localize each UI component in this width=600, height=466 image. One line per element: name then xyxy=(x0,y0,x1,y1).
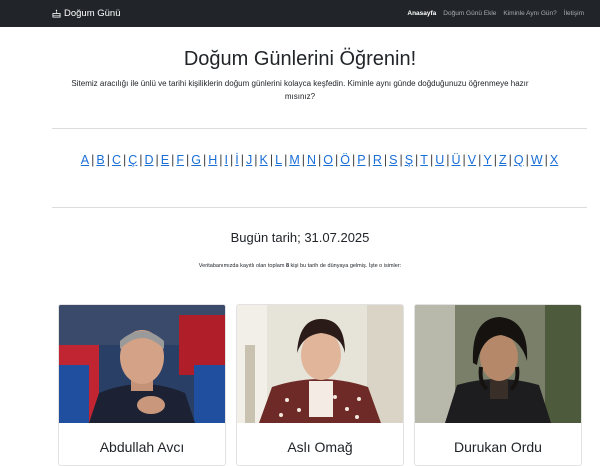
brand-label: Doğum Günü xyxy=(64,8,121,19)
letter-link[interactable]: C xyxy=(112,153,121,167)
nav-link-add-birthday[interactable]: Doğum Günü Ekle xyxy=(443,10,496,17)
person-name: Aslı Omağ xyxy=(287,439,353,455)
page-title: Doğum Günlerini Öğrenin! xyxy=(183,48,417,70)
letter-link[interactable]: Y xyxy=(483,153,491,167)
brand-link[interactable]: Doğum Günü xyxy=(52,0,121,27)
letter-separator: | xyxy=(254,153,258,167)
letter-separator: | xyxy=(284,153,288,167)
nav-link-same-day[interactable]: Kiminle Aynı Gün? xyxy=(503,10,556,17)
letter-separator: | xyxy=(446,153,450,167)
letter-separator: | xyxy=(230,153,234,167)
letter-separator: | xyxy=(171,153,175,167)
letter-separator: | xyxy=(203,153,207,167)
letter-separator: | xyxy=(335,153,339,167)
letter-link[interactable]: R xyxy=(373,153,382,167)
person-name: Durukan Ordu xyxy=(454,439,542,455)
info-text-after: kişi bu tarih de dünyaya gelmiş. İşte o … xyxy=(289,263,402,269)
letter-separator: | xyxy=(383,153,388,167)
letter-link[interactable]: J xyxy=(246,153,252,167)
letter-separator: | xyxy=(525,153,529,167)
letter-separator: | xyxy=(186,153,190,167)
letter-separator: | xyxy=(544,153,548,167)
letter-link[interactable]: S xyxy=(389,153,397,167)
person-card[interactable]: Abdullah Avcı xyxy=(58,304,226,466)
letter-link[interactable]: U xyxy=(435,153,444,167)
hero-lead-text: Sitemiz aracılığı ile ünlü ve tarihi kiş… xyxy=(71,79,529,101)
person-photo xyxy=(237,305,403,423)
letter-link[interactable]: E xyxy=(161,153,169,167)
letter-link[interactable]: T xyxy=(420,153,428,167)
letter-separator: | xyxy=(399,153,403,167)
letter-separator: | xyxy=(478,153,482,167)
alphabet-index: A | B | C | Ç | D | E | F | G | H | I | İ | J | K | L | M | N | O | Ö | P | R |… xyxy=(52,152,587,168)
letter-separator: | xyxy=(122,153,127,167)
nav-link-home[interactable]: Anasayfa xyxy=(407,10,436,17)
person-name: Abdullah Avcı xyxy=(99,439,185,455)
letter-separator: | xyxy=(91,153,95,167)
letter-link[interactable]: Q xyxy=(514,153,524,167)
letter-link[interactable]: Ç xyxy=(128,153,137,167)
letter-link[interactable]: Z xyxy=(499,153,507,167)
letter-link[interactable]: X xyxy=(550,153,558,167)
letter-link[interactable]: O xyxy=(323,153,333,167)
letter-separator: | xyxy=(106,153,110,167)
letter-link[interactable]: K xyxy=(260,153,268,167)
letter-separator: | xyxy=(301,153,305,167)
letter-separator: | xyxy=(240,153,245,167)
person-photo xyxy=(59,305,225,423)
letter-link[interactable]: Ş xyxy=(405,153,413,167)
letter-link[interactable]: G xyxy=(191,153,201,167)
letter-separator: | xyxy=(493,153,497,167)
letter-separator: | xyxy=(415,153,419,167)
letter-separator: | xyxy=(462,153,466,167)
letter-separator: | xyxy=(429,153,434,167)
letter-link[interactable]: A xyxy=(81,153,89,167)
birthday-cake-icon xyxy=(52,9,61,18)
person-card[interactable]: Durukan Ordu xyxy=(414,304,582,466)
letter-link[interactable]: D xyxy=(145,153,154,167)
info-text-before: Veritabanımızda kayıtlı olan toplam xyxy=(198,263,286,269)
nav-links: Anasayfa Doğum Günü Ekle Kiminle Aynı Gü… xyxy=(407,0,584,27)
letter-link[interactable]: H xyxy=(208,153,217,167)
person-card[interactable]: Aslı Omağ xyxy=(236,304,404,466)
letter-link[interactable]: W xyxy=(531,153,543,167)
letter-link[interactable]: I xyxy=(225,153,228,167)
info-text: Veritabanımızda kayıtlı olan toplam 8 ki… xyxy=(0,263,600,269)
letter-link[interactable]: Ü xyxy=(451,153,460,167)
top-navbar: Doğum Günü Anasayfa Doğum Günü Ekle Kimi… xyxy=(0,0,600,27)
letter-separator: | xyxy=(508,153,512,167)
letter-link[interactable]: V xyxy=(468,153,476,167)
letter-link[interactable]: N xyxy=(307,153,316,167)
letter-separator: | xyxy=(367,153,371,167)
divider-bottom xyxy=(52,207,587,208)
letter-link[interactable]: Ö xyxy=(340,153,350,167)
letter-separator: | xyxy=(351,153,356,167)
letter-link[interactable]: İ xyxy=(235,153,238,167)
letter-link[interactable]: M xyxy=(289,153,299,167)
nav-link-contact[interactable]: İletişim xyxy=(564,10,584,17)
letter-separator: | xyxy=(269,153,274,167)
letter-separator: | xyxy=(139,153,143,167)
divider-top xyxy=(52,128,587,129)
letter-link[interactable]: L xyxy=(275,153,282,167)
letter-separator: | xyxy=(155,153,159,167)
letter-link[interactable]: F xyxy=(176,153,184,167)
person-photo xyxy=(415,305,581,423)
letter-separator: | xyxy=(318,153,322,167)
letter-link[interactable]: P xyxy=(357,153,365,167)
letter-link[interactable]: B xyxy=(96,153,104,167)
today-date: Bugün tarih; 31.07.2025 xyxy=(230,230,370,245)
letter-separator: | xyxy=(219,153,223,167)
